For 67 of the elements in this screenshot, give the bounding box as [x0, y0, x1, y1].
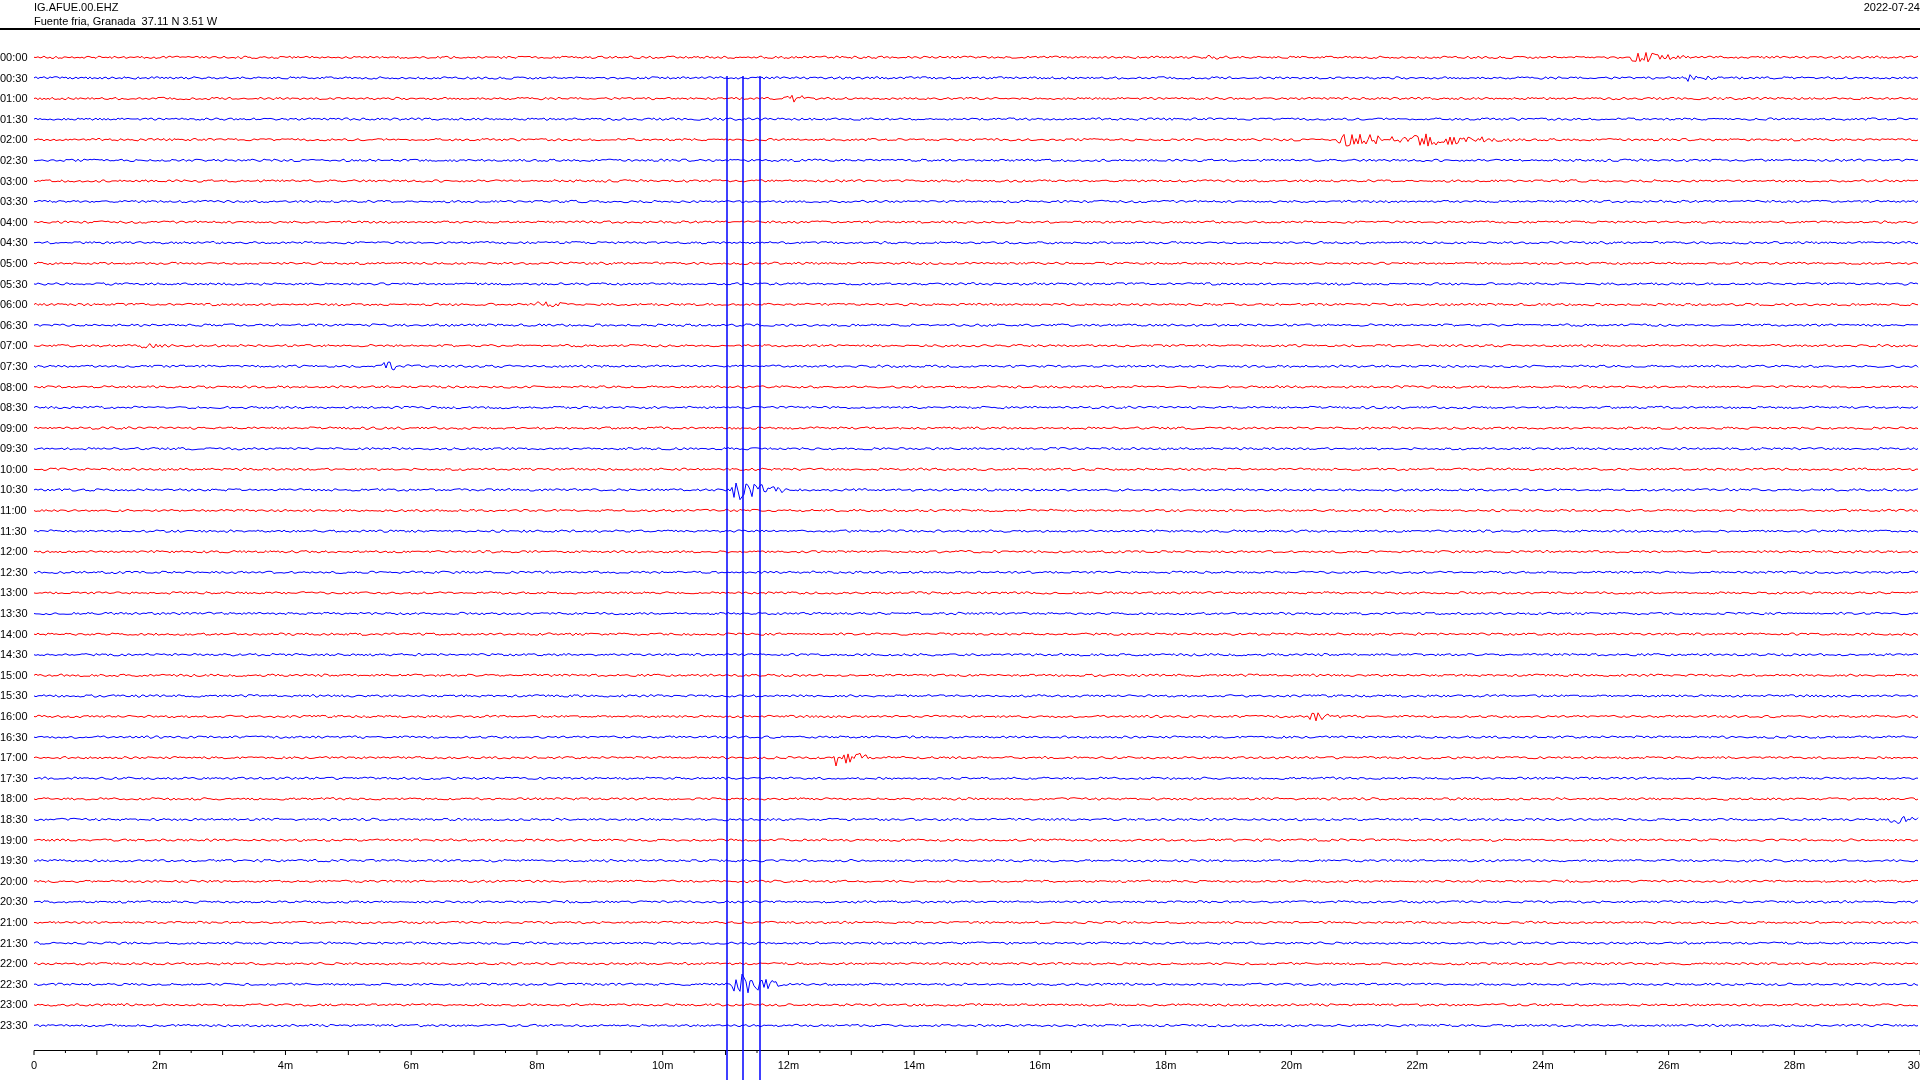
- time-label: 03:30: [0, 194, 29, 210]
- axis-tick-label: 24m: [1532, 1059, 1554, 1071]
- time-label: 20:00: [0, 873, 29, 889]
- time-label: 04:30: [0, 235, 29, 251]
- axis-tick-label: 4m: [277, 1059, 294, 1071]
- time-label: 06:30: [0, 317, 29, 333]
- time-label: 02:00: [0, 132, 29, 148]
- time-label: 03:00: [0, 173, 29, 189]
- axis-tick-label: 14m: [903, 1059, 925, 1071]
- time-label: 18:30: [0, 811, 29, 827]
- axis-tick-label: 2m: [152, 1059, 168, 1071]
- axis-tick-label: 0: [30, 1059, 38, 1071]
- time-label: 08:00: [0, 379, 29, 395]
- time-label: 17:00: [0, 750, 29, 766]
- time-label: 01:30: [0, 111, 29, 127]
- time-label: 22:30: [0, 976, 29, 992]
- time-label: 00:00: [0, 50, 29, 65]
- time-label: 00:30: [0, 70, 29, 86]
- time-label: 09:30: [0, 441, 29, 457]
- time-label: 05:30: [0, 276, 29, 292]
- axis-tick-label: 6m: [403, 1059, 419, 1071]
- axis-tick-label: 12m: [777, 1059, 800, 1071]
- axis-tick-label: 26m: [1657, 1059, 1680, 1071]
- time-label: 07:30: [0, 358, 29, 374]
- time-label: 14:00: [0, 626, 29, 642]
- time-label: 13:00: [0, 585, 29, 601]
- time-label: 10:30: [0, 482, 29, 498]
- time-label: 23:30: [0, 1017, 29, 1033]
- station-code: IG.AFUE.00.EHZ: [34, 0, 120, 14]
- time-label: 02:30: [0, 152, 29, 168]
- time-label: 15:00: [0, 667, 29, 683]
- time-label: 08:30: [0, 400, 29, 416]
- time-label: 20:30: [0, 894, 29, 910]
- time-label: 09:00: [0, 420, 29, 436]
- time-label: 11:30: [0, 523, 28, 539]
- axis-tick-label: 10m: [652, 1059, 674, 1071]
- time-label: 12:30: [0, 564, 29, 580]
- axis-tick-label: 22m: [1406, 1059, 1428, 1071]
- axis-tick-label: 28m: [1783, 1059, 1806, 1071]
- time-label: 22:00: [0, 956, 29, 972]
- time-label: 17:30: [0, 770, 29, 786]
- axis-tick-label: 20m: [1280, 1059, 1303, 1071]
- time-label: 14:30: [0, 647, 29, 663]
- axis-tick-label: 8m: [529, 1059, 545, 1071]
- station-location: Fuente fria, Granada 37.11 N 3.51 W: [34, 14, 218, 28]
- time-label: 19:00: [0, 832, 29, 848]
- time-label: 13:30: [0, 606, 29, 622]
- time-label: 06:00: [0, 297, 29, 313]
- time-label: 16:00: [0, 709, 29, 724]
- time-label: 21:30: [0, 935, 29, 951]
- time-label: 11:00: [0, 503, 28, 519]
- time-label: 21:00: [0, 914, 29, 930]
- time-label: 12:00: [0, 544, 29, 560]
- time-label: 04:00: [0, 214, 29, 230]
- time-label: 15:30: [0, 688, 29, 704]
- time-label: 05:00: [0, 255, 29, 271]
- axis-tick-label: 18m: [1154, 1059, 1177, 1071]
- time-label: 18:00: [0, 791, 29, 807]
- date-label: 2022-07-24: [1863, 0, 1920, 14]
- time-label: 01:00: [0, 91, 29, 107]
- time-label: 07:00: [0, 338, 29, 354]
- time-label: 10:00: [0, 461, 29, 477]
- time-label: 16:30: [0, 729, 29, 745]
- axis-tick-label: 30: [1907, 1059, 1920, 1071]
- time-label: 23:00: [0, 997, 29, 1013]
- time-label: 19:30: [0, 853, 29, 869]
- axis-tick-label: 16m: [1029, 1059, 1051, 1071]
